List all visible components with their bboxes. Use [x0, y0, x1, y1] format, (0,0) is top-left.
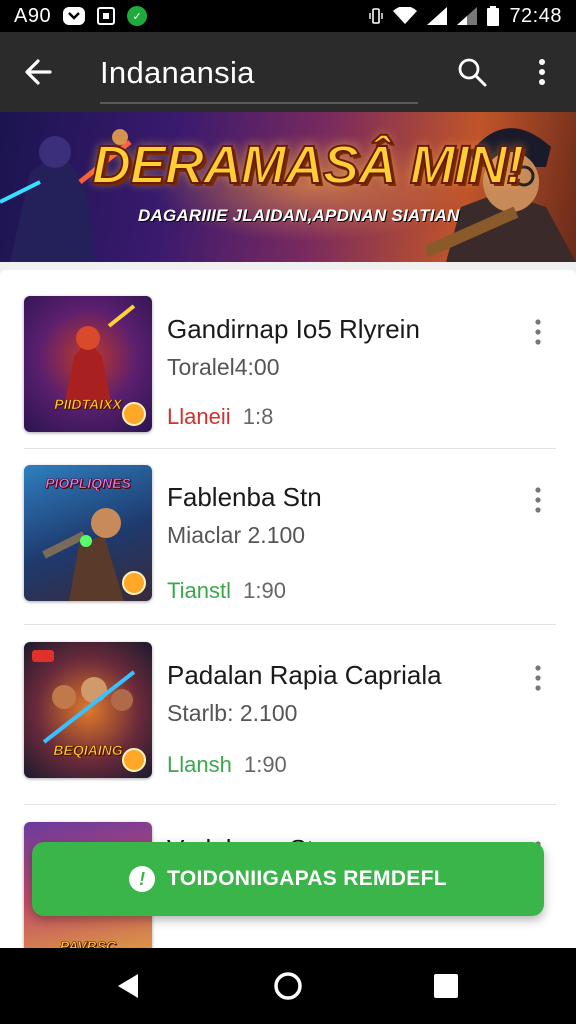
coin-icon	[122, 748, 146, 772]
nav-home-icon[interactable]	[272, 970, 304, 1002]
nav-back-icon[interactable]	[112, 970, 144, 1002]
promo-banner[interactable]: DERAMASÂ MIN! DAGARIIIE JLAIDAN,APDNAN S…	[0, 112, 576, 262]
more-vert-icon	[535, 319, 541, 345]
overflow-menu-button[interactable]	[522, 52, 562, 92]
arrow-back-icon	[25, 59, 52, 85]
item-more-button[interactable]	[526, 480, 550, 520]
list-item[interactable]: BEQIAING Padalan Rapia Capriala Starlb: …	[0, 624, 576, 805]
coin-icon	[122, 571, 146, 595]
back-button[interactable]	[18, 52, 58, 92]
nav-recents-icon[interactable]	[434, 974, 458, 998]
more-vert-icon	[535, 487, 541, 513]
list-item[interactable]: PIIDTAIXX Gandirnap Io5 Rlyrein Toralel4…	[0, 270, 576, 449]
item-meta: Miaclar 2.100	[167, 522, 306, 548]
status-right: 72:48	[369, 5, 562, 28]
more-vert-icon	[535, 665, 541, 691]
vibrate-icon	[369, 8, 384, 24]
status-label: Llansh	[167, 752, 232, 777]
title-field[interactable]: Indanansia	[100, 50, 418, 104]
list-item[interactable]: PIOPLIQNES Fablenba Stn Miaclar 2.100 Ti…	[0, 448, 576, 625]
alert-icon: !	[129, 866, 156, 892]
item-status: Tianstl 1:90	[167, 578, 286, 604]
remind-action-button[interactable]: ! TOIDONIIGAPAS REMDEFL	[32, 842, 544, 916]
status-label: Tianstl	[167, 578, 231, 603]
battery-icon	[487, 6, 500, 26]
app-bar: Indanansia	[0, 32, 576, 112]
more-vert-icon	[539, 59, 545, 85]
search-button[interactable]	[452, 52, 492, 92]
item-status: Llansh 1:90	[167, 752, 287, 778]
item-more-button[interactable]	[526, 658, 550, 698]
whatsapp-icon: ✓	[127, 6, 148, 26]
status-value: 1:90	[243, 578, 286, 603]
status-label: Llaneii	[167, 404, 231, 429]
banner-subtitle: DAGARIIIE JLAIDAN,APDNAN SIATIAN	[138, 206, 460, 225]
item-meta: Toralel4:00	[167, 354, 280, 380]
system-nav-bar	[0, 948, 576, 1024]
game-thumbnail: BEQIAING	[24, 642, 152, 778]
gallery-icon	[97, 7, 116, 25]
item-status: Llaneii 1:8	[167, 404, 273, 430]
thumbnail-label: PAVBSC	[59, 938, 117, 948]
remind-action-label: TOIDONIIGAPAS REMDEFL	[167, 867, 447, 890]
clock: 72:48	[509, 4, 562, 27]
search-icon	[458, 58, 487, 87]
wifi-icon	[393, 7, 418, 24]
item-title: Gandirnap Io5 Rlyrein	[167, 314, 420, 344]
item-more-button[interactable]	[526, 312, 550, 352]
banner-title: DERAMASÂ MIN!	[91, 134, 525, 196]
item-meta: Starlb: 2.100	[167, 700, 298, 726]
carrier-label: A90	[14, 4, 52, 27]
page-title: Indanansia	[100, 55, 255, 90]
item-title: Padalan Rapia Capriala	[167, 660, 442, 690]
status-bar: A90 ✓ 72:48	[0, 0, 576, 32]
messenger-icon	[63, 7, 86, 25]
game-thumbnail: PIOPLIQNES	[24, 465, 152, 601]
signal-icon	[427, 7, 448, 25]
game-thumbnail: PIIDTAIXX	[24, 296, 152, 432]
status-value: 1:8	[242, 404, 274, 429]
status-value: 1:90	[243, 752, 287, 777]
signal-2-icon	[457, 7, 478, 25]
thumbnail-label: PIOPLIQNES	[45, 475, 131, 491]
coin-icon	[122, 402, 146, 426]
item-title: Fablenba Stn	[167, 482, 322, 512]
status-left: A90 ✓	[14, 4, 148, 28]
